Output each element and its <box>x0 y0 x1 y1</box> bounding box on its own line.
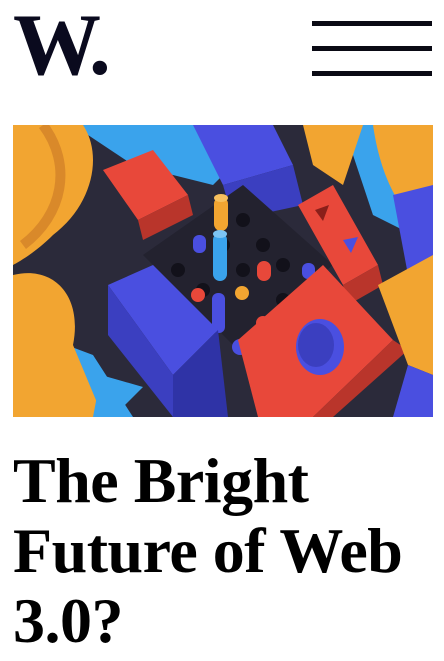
menu-bar-top <box>312 21 432 26</box>
site-header: W. <box>0 0 444 100</box>
hamburger-menu-icon[interactable] <box>312 18 434 80</box>
menu-bar-bottom <box>312 71 432 76</box>
menu-bar-middle <box>312 46 432 51</box>
site-logo[interactable]: W. <box>13 2 111 90</box>
hero-illustration <box>13 125 433 417</box>
hero-image <box>13 125 433 417</box>
article-title[interactable]: The Bright Future of Web 3.0? <box>13 446 438 656</box>
